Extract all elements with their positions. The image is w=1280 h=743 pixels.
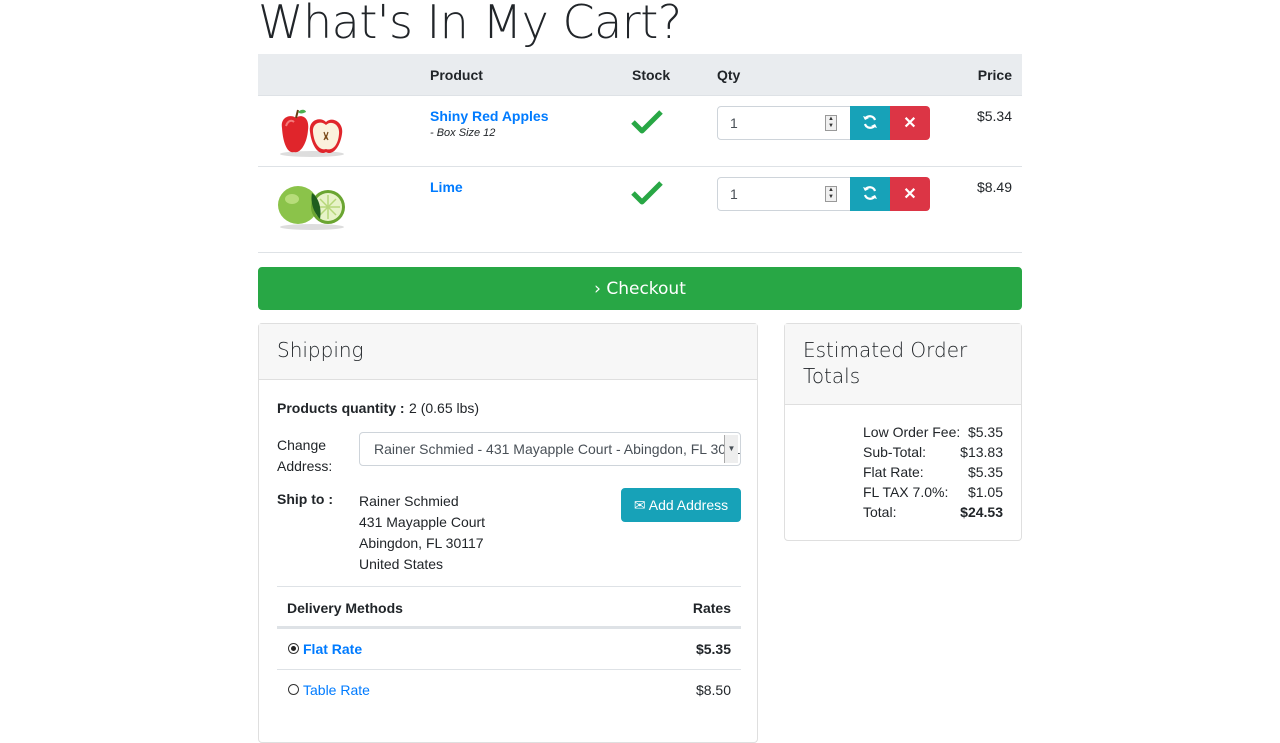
total-label: Flat Rate: [863,464,924,480]
check-icon [631,110,663,134]
address-select-value: Rainer Schmied - 431 Mayapple Court - Ab… [374,441,741,457]
total-row-grand-total: Total: $24.53 [863,504,1003,520]
shipping-title: Shipping [259,324,757,380]
order-totals-title: Estimated Order Totals [785,324,1021,405]
ship-to-line: Rainer Schmied [359,493,459,509]
checkout-label: Checkout [606,278,686,299]
lime-image[interactable] [276,179,348,231]
header-product: Product [430,67,483,83]
header-price: Price [977,67,1012,83]
add-address-button[interactable]: ✉ Add Address [621,488,741,522]
change-address-label: Change Address: [277,435,332,477]
quantity-spinner[interactable]: ▲ ▼ [825,186,837,202]
item-price: $8.49 [976,179,1012,195]
products-quantity-label: Products quantity : [277,400,405,416]
table-rate-rate: $8.50 [695,682,731,698]
chevron-right-icon: › [594,278,601,299]
quantity-spinner[interactable]: ▲ ▼ [825,115,837,131]
delivery-header-rate: Rates [692,600,731,616]
ship-to-line: Abingdon, FL 30117 [359,535,484,551]
table-rate-link[interactable]: Table Rate [303,682,370,698]
total-label: Total: [863,504,897,520]
total-label: Sub-Total: [863,444,927,460]
add-address-label: Add Address [648,496,729,513]
products-quantity: Products quantity : 2 (0.65 lbs) [277,400,479,418]
flat-rate-rate: $5.35 [695,641,731,657]
remove-button[interactable]: ✕ [890,177,930,211]
header-stock: Stock [632,67,671,83]
header-qty: Qty [717,67,741,83]
order-totals-title-line1: Estimated Order [803,338,968,362]
flat-rate-link[interactable]: Flat Rate [303,641,362,657]
ship-to-line: United States [359,556,444,572]
item-price: $5.34 [976,108,1012,124]
chevron-down-icon: ▼ [724,435,738,463]
total-row-flat-rate: Flat Rate: $5.35 [863,464,1003,480]
total-row-tax: FL TAX 7.0%: $1.05 [863,484,1003,500]
change-address-label-line1: Change [277,437,327,453]
ship-to-label: Ship to : [277,491,333,507]
shipping-card: Shipping Products quantity : 2 (0.65 lbs… [258,323,758,743]
products-quantity-value: 2 (0.65 lbs) [409,400,480,416]
total-value: $5.35 [967,424,1003,440]
close-icon: ✕ [903,186,917,203]
product-link-lime[interactable]: Lime [430,179,463,195]
total-value: $5.35 [967,464,1003,480]
cart-row-apples: Shiny Red Apples - Box Size 12 ▲▼ ✕ $5.3… [258,96,1022,167]
delivery-row-table-rate[interactable]: Table Rate $8.50 [277,669,741,710]
check-icon [631,181,663,205]
delivery-row-flat-rate[interactable]: Flat Rate $5.35 [277,628,741,669]
checkout-button[interactable]: › Checkout [258,267,1022,310]
page-title: What's In My Cart? [258,0,682,49]
table-rate-radio[interactable] [288,684,299,695]
total-value: $1.05 [967,484,1003,500]
address-select[interactable]: Rainer Schmied - 431 Mayapple Court - Ab… [359,432,741,466]
ship-to-line: 431 Mayapple Court [359,514,486,530]
total-row-low-order-fee: Low Order Fee: $5.35 [863,424,1003,440]
envelope-icon: ✉ [633,496,646,513]
cart-table-header: Product Stock Qty Price [258,54,1022,96]
product-option: - Box Size 12 [430,127,496,139]
total-label: Low Order Fee: [863,424,961,440]
cart-row-lime: Lime ▲▼ ✕ $8.49 [258,167,1022,253]
delivery-header-method: Delivery Methods [287,600,403,616]
total-label: FL TAX 7.0%: [863,484,949,500]
flat-rate-radio[interactable] [288,643,299,654]
total-value: $24.53 [960,504,1003,520]
close-icon: ✕ [903,115,917,132]
delivery-header-row: Delivery Methods Rates [277,586,741,628]
red-apple-image[interactable] [276,106,348,158]
total-row-sub-total: Sub-Total: $13.83 [863,444,1003,460]
order-totals-title-line2: Totals [803,364,861,388]
change-address-label-line2: Address: [277,458,333,474]
delivery-methods-table: Delivery Methods Rates Flat Rate $5.35 T… [277,586,741,710]
total-value: $13.83 [960,444,1003,460]
update-button[interactable] [850,177,890,211]
ship-to-address: Rainer Schmied 431 Mayapple Court Abingd… [359,491,485,575]
order-totals-card: Estimated Order Totals Low Order Fee: $5… [784,323,1022,541]
product-link-apples[interactable]: Shiny Red Apples [430,108,549,124]
refresh-icon [863,185,877,200]
refresh-icon [863,114,877,129]
update-button[interactable] [850,106,890,140]
remove-button[interactable]: ✕ [890,106,930,140]
